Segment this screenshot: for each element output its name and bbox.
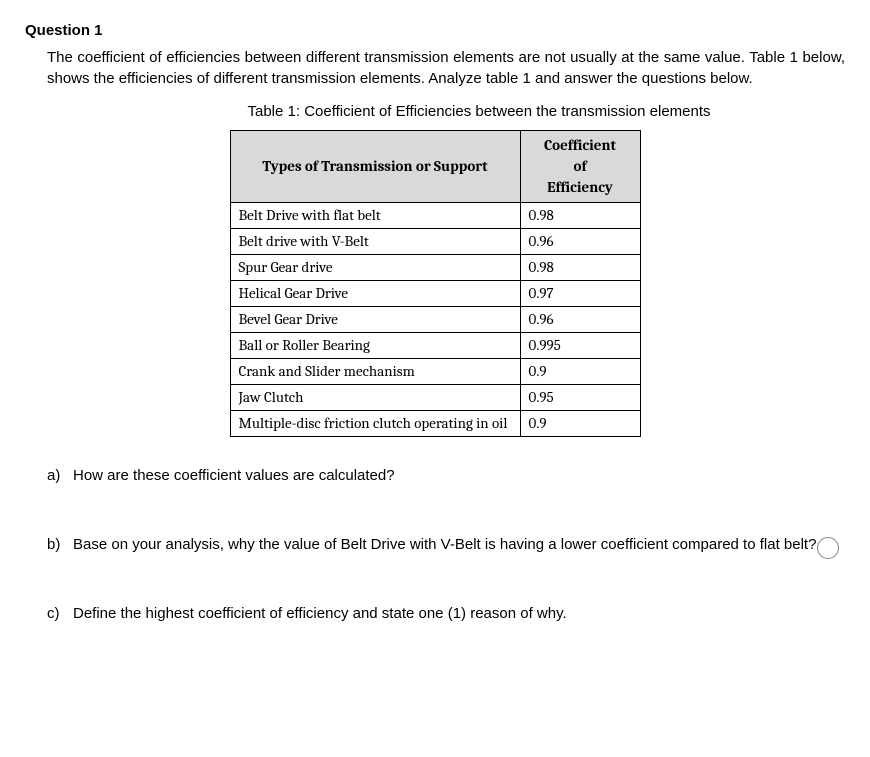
cell-coef: 0.96 <box>520 229 640 255</box>
part-c-marker: c) <box>47 603 73 624</box>
header-coef: Coefficient of Efficiency <box>520 131 640 203</box>
table-row: Helical Gear Drive 0.97 <box>230 281 640 307</box>
part-a: a) How are these coefficient values are … <box>47 465 845 486</box>
table-row: Jaw Clutch 0.95 <box>230 385 640 411</box>
table-row: Crank and Slider mechanism 0.9 <box>230 359 640 385</box>
cell-coef: 0.98 <box>520 255 640 281</box>
table-row: Ball or Roller Bearing 0.995 <box>230 333 640 359</box>
cell-type: Crank and Slider mechanism <box>230 359 520 385</box>
header-coef-l2: of <box>574 157 587 175</box>
cell-type: Jaw Clutch <box>230 385 520 411</box>
cell-coef: 0.98 <box>520 203 640 229</box>
header-types: Types of Transmission or Support <box>230 131 520 203</box>
intro-paragraph: The coefficient of efficiencies between … <box>47 47 845 89</box>
header-coef-l3: Efficiency <box>547 178 613 196</box>
cell-type: Belt Drive with flat belt <box>230 203 520 229</box>
question-title: Question 1 <box>25 20 845 41</box>
annotation-circle-icon <box>817 537 839 559</box>
table-row: Belt Drive with flat belt 0.98 <box>230 203 640 229</box>
part-c-text: Define the highest coefficient of effici… <box>73 603 845 624</box>
efficiency-table: Types of Transmission or Support Coeffic… <box>230 130 641 437</box>
cell-type: Ball or Roller Bearing <box>230 333 520 359</box>
cell-type: Belt drive with V-Belt <box>230 229 520 255</box>
cell-type: Spur Gear drive <box>230 255 520 281</box>
cell-type: Bevel Gear Drive <box>230 307 520 333</box>
part-b: b) Base on your analysis, why the value … <box>47 534 845 555</box>
table-caption: Table 1: Coefficient of Efficiencies bet… <box>113 101 845 122</box>
cell-coef: 0.97 <box>520 281 640 307</box>
cell-type: Multiple-disc friction clutch operating … <box>230 411 520 437</box>
cell-coef: 0.95 <box>520 385 640 411</box>
table-row: Belt drive with V-Belt 0.96 <box>230 229 640 255</box>
header-coef-l1: Coefficient <box>544 136 616 154</box>
table-row: Bevel Gear Drive 0.96 <box>230 307 640 333</box>
cell-type: Helical Gear Drive <box>230 281 520 307</box>
part-c: c) Define the highest coefficient of eff… <box>47 603 845 624</box>
cell-coef: 0.9 <box>520 359 640 385</box>
cell-coef: 0.995 <box>520 333 640 359</box>
part-b-text: Base on your analysis, why the value of … <box>73 534 845 555</box>
cell-coef: 0.9 <box>520 411 640 437</box>
part-a-text: How are these coefficient values are cal… <box>73 465 845 486</box>
part-b-marker: b) <box>47 534 73 555</box>
table-row: Multiple-disc friction clutch operating … <box>230 411 640 437</box>
part-a-marker: a) <box>47 465 73 486</box>
table-row: Spur Gear drive 0.98 <box>230 255 640 281</box>
cell-coef: 0.96 <box>520 307 640 333</box>
